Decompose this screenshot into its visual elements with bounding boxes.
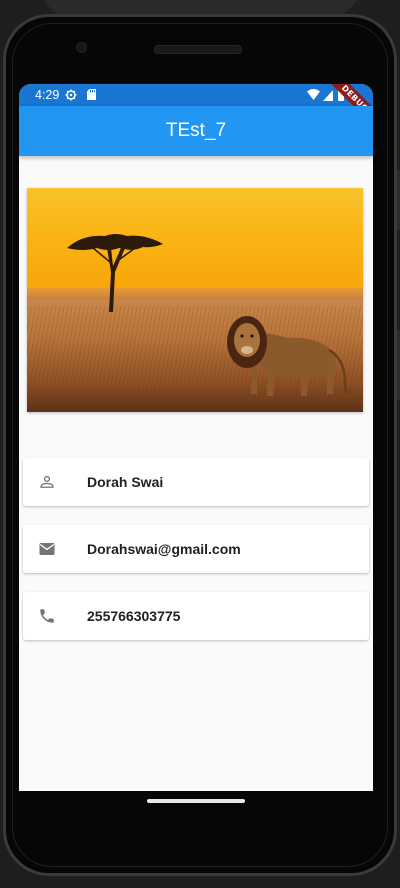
name-text: Dorah Swai [87,474,164,490]
app-bar: TEst_7 [19,106,373,156]
phone-icon [40,609,54,623]
name-card[interactable]: Dorah Swai [23,458,369,506]
acacia-tree [67,234,163,312]
device-frame: 4:29 DEBUG TEst_7 Dorah Swai Dorahswai@g… [0,0,400,888]
phone-text: 255766303775 [87,608,181,624]
front-camera [76,42,87,53]
email-card[interactable]: Dorahswai@gmail.com [23,525,369,573]
status-time: 4:29 [35,88,60,102]
lion-savanna-image [27,188,363,412]
signal-icon [323,90,333,101]
mail-icon [39,543,55,555]
settings-gear-icon [65,89,77,101]
status-bar: 4:29 DEBUG [19,84,373,132]
wifi-icon [307,89,320,100]
email-text: Dorahswai@gmail.com [87,541,241,557]
sd-card-icon [87,89,96,100]
app-screen: 4:29 DEBUG TEst_7 Dorah Swai Dorahswai@g… [19,84,373,791]
home-indicator[interactable] [147,799,245,803]
app-title: TEst_7 [165,120,227,141]
phone-card[interactable]: 255766303775 [23,592,369,640]
lion-figure [227,316,352,396]
person-icon [40,475,54,488]
earpiece-speaker [154,45,242,54]
